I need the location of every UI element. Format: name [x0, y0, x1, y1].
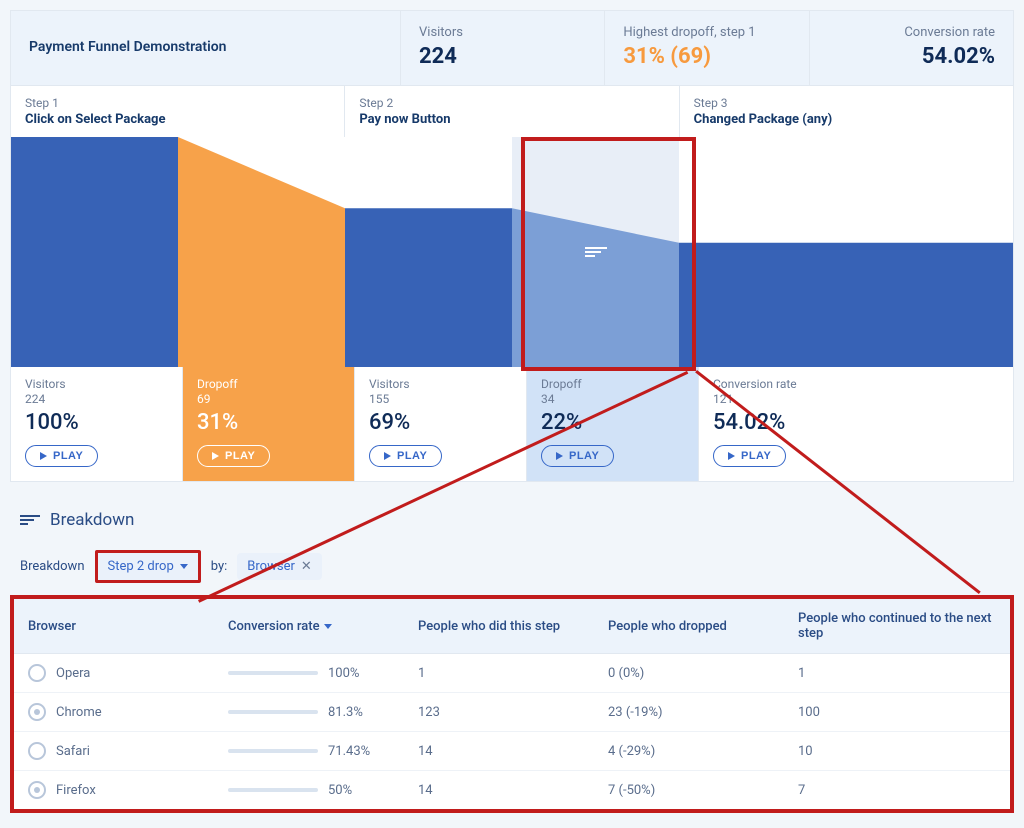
funnel-dropoff-1: [178, 137, 345, 367]
metric-label: Visitors: [419, 25, 586, 40]
col-dropped[interactable]: People who dropped: [594, 599, 784, 654]
funnel-step-1: [11, 137, 345, 367]
rate-value: 71.43%: [328, 744, 370, 759]
rate-bar: [228, 671, 318, 675]
metric-label: Highest dropoff, step 1: [623, 25, 790, 40]
dropped-value: 23 (-19%): [594, 693, 784, 732]
browser-icon: [28, 703, 46, 721]
continued-value: 100: [784, 693, 1010, 732]
dropped-value: 4 (-29%): [594, 732, 784, 771]
dropped-value: 0 (0%): [594, 654, 784, 693]
funnel-step-3: [679, 137, 1013, 367]
breakdown-filters: Breakdown Step 2 drop by: Browser ✕: [10, 538, 1014, 595]
by-label: by:: [211, 559, 228, 574]
col-continued[interactable]: People who continued to the next step: [784, 599, 1010, 654]
table-row[interactable]: Safari 71.43% 144 (-29%)10: [14, 732, 1010, 771]
play-icon: [212, 452, 219, 460]
funnel-step-2: [345, 137, 679, 367]
metric-value: 224: [419, 44, 586, 69]
dropped-value: 7 (-50%): [594, 771, 784, 810]
stat-visitors-step1: Visitors 224 100% PLAY: [11, 367, 183, 481]
did-value: 14: [404, 771, 594, 810]
close-icon[interactable]: ✕: [301, 559, 312, 574]
browser-icon: [28, 781, 46, 799]
play-icon: [728, 452, 735, 460]
did-value: 123: [404, 693, 594, 732]
step-2[interactable]: Step 2 Pay now Button: [345, 86, 679, 137]
table-row[interactable]: Opera 100% 10 (0%)1: [14, 654, 1010, 693]
rate-bar: [228, 710, 318, 714]
funnel-visitors-2: [345, 137, 512, 367]
metric-value: 54.02%: [828, 44, 995, 69]
table-row[interactable]: Firefox 50% 147 (-50%)7: [14, 771, 1010, 810]
continued-value: 7: [784, 771, 1010, 810]
rate-bar: [228, 749, 318, 753]
browser-icon: [28, 664, 46, 682]
step-3[interactable]: Step 3 Changed Package (any): [680, 86, 1013, 137]
step-1[interactable]: Step 1 Click on Select Package: [11, 86, 345, 137]
chevron-down-icon: [180, 564, 188, 569]
play-button[interactable]: PLAY: [369, 445, 442, 467]
breakdown-title: Breakdown: [50, 510, 134, 530]
breakdown-icon: [20, 513, 40, 527]
play-button[interactable]: PLAY: [713, 445, 786, 467]
metric-conversion: Conversion rate 54.02%: [810, 11, 1013, 85]
breakdown-label: Breakdown: [20, 559, 85, 574]
browser-icon: [28, 742, 46, 760]
col-browser[interactable]: Browser: [14, 599, 214, 654]
sort-icon: [585, 245, 607, 259]
funnel-stats: Visitors 224 100% PLAY Dropoff 69 31% PL…: [10, 367, 1014, 482]
steps-row: Step 1 Click on Select Package Step 2 Pa…: [10, 86, 1014, 137]
rate-value: 81.3%: [328, 705, 363, 720]
rate-bar: [228, 788, 318, 792]
step-number: Step 3: [694, 96, 999, 110]
play-button[interactable]: PLAY: [25, 445, 98, 467]
play-button[interactable]: PLAY: [541, 445, 614, 467]
funnel-dropoff-2[interactable]: [512, 137, 679, 367]
stat-visitors-step2: Visitors 155 69% PLAY: [355, 367, 527, 481]
breakdown-table: Browser Conversion rate People who did t…: [14, 599, 1010, 809]
table-header-row: Browser Conversion rate People who did t…: [14, 599, 1010, 654]
stat-dropoff-step1: Dropoff 69 31% PLAY: [183, 367, 355, 481]
browser-name: Safari: [56, 744, 90, 759]
step-title: Pay now Button: [359, 112, 664, 127]
browser-name: Chrome: [56, 705, 102, 720]
sort-desc-icon: [324, 624, 332, 629]
step-number: Step 1: [25, 96, 330, 110]
continued-value: 10: [784, 732, 1010, 771]
metric-label: Conversion rate: [828, 25, 995, 40]
breakdown-header: Breakdown: [10, 502, 1014, 538]
funnel-header: Payment Funnel Demonstration Visitors 22…: [10, 10, 1014, 86]
play-icon: [556, 452, 563, 460]
play-icon: [384, 452, 391, 460]
play-button[interactable]: PLAY: [197, 445, 270, 467]
funnel-visitors-1: [11, 137, 178, 367]
browser-name: Firefox: [56, 783, 96, 798]
table-row[interactable]: Chrome 81.3% 12323 (-19%)100: [14, 693, 1010, 732]
funnel-title: Payment Funnel Demonstration: [11, 11, 401, 85]
continued-value: 1: [784, 654, 1010, 693]
funnel-chart: [10, 137, 1014, 367]
funnel-conversion: [679, 137, 1013, 367]
did-value: 14: [404, 732, 594, 771]
browser-name: Opera: [56, 666, 90, 681]
rate-value: 100%: [328, 666, 359, 681]
stat-dropoff-step2: Dropoff 34 22% PLAY: [527, 367, 699, 481]
stat-conversion: Conversion rate 121 54.02% PLAY: [699, 367, 1013, 481]
dimension-chip[interactable]: Browser ✕: [237, 553, 321, 580]
metric-visitors: Visitors 224: [401, 11, 605, 85]
col-conversion[interactable]: Conversion rate: [214, 599, 404, 654]
play-icon: [40, 452, 47, 460]
step-dropdown[interactable]: Step 2 drop: [95, 550, 201, 583]
breakdown-section: Breakdown Breakdown Step 2 drop by: Brow…: [10, 502, 1014, 813]
step-title: Changed Package (any): [694, 112, 999, 127]
metric-value: 31% (69): [623, 44, 790, 69]
highlight-box-table: Browser Conversion rate People who did t…: [10, 595, 1014, 813]
rate-value: 50%: [328, 783, 352, 798]
col-did[interactable]: People who did this step: [404, 599, 594, 654]
metric-highest-dropoff: Highest dropoff, step 1 31% (69): [605, 11, 809, 85]
did-value: 1: [404, 654, 594, 693]
step-number: Step 2: [359, 96, 664, 110]
step-title: Click on Select Package: [25, 112, 330, 127]
